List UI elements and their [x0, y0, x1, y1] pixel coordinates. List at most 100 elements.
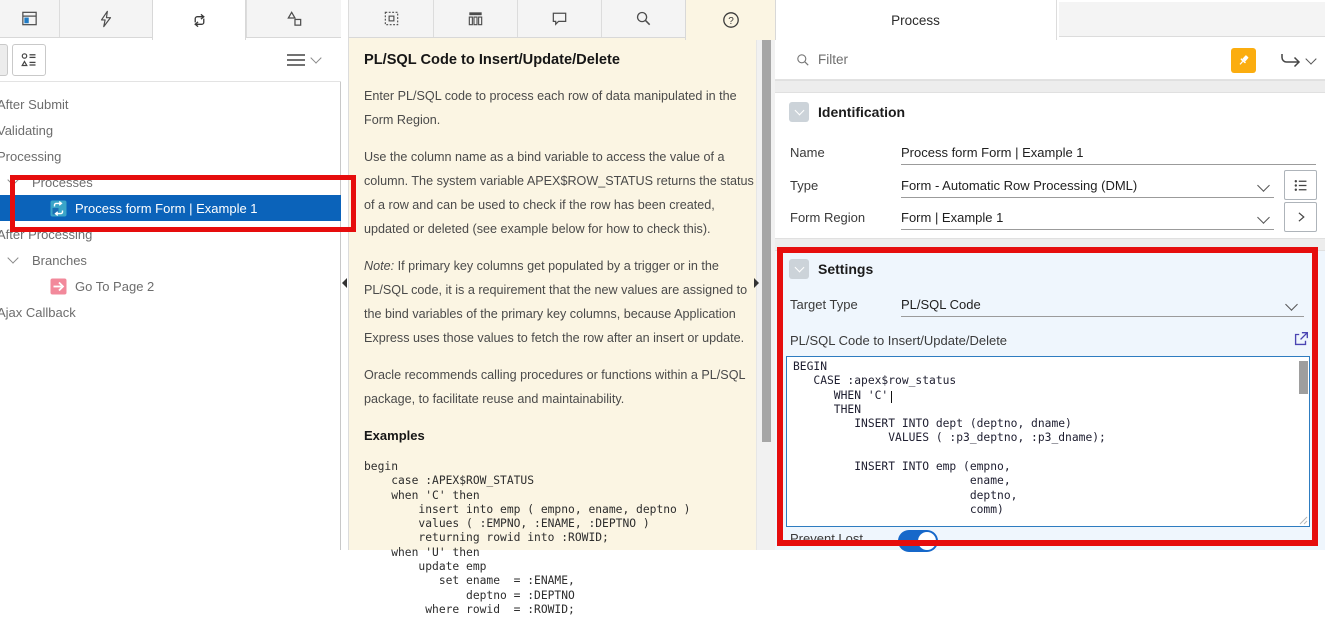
code-editor-label: PL/SQL Code to Insert/Update/Delete — [790, 333, 1007, 348]
field-label: Type — [790, 178, 818, 193]
table-columns-icon — [466, 9, 485, 28]
chevron-down-icon — [310, 52, 321, 63]
editor-code[interactable]: BEGIN CASE :apex$row_status WHEN 'C' THE… — [793, 360, 1106, 517]
help-scrollbar-thumb[interactable] — [762, 40, 771, 442]
tree-item-label: After Submit — [0, 97, 69, 112]
svg-text:?: ? — [728, 16, 734, 27]
quick-pick-list-icon — [1292, 177, 1309, 194]
help-icon: ? — [721, 10, 741, 30]
form-region-select-value[interactable]: Form | Example 1 — [901, 210, 1003, 225]
tab-rendering[interactable] — [0, 0, 59, 37]
prevent-lost-updates-toggle[interactable] — [898, 530, 938, 552]
form-region-underline — [901, 229, 1274, 230]
chevron-down-icon — [1305, 53, 1316, 64]
chevron-right-icon — [1294, 210, 1308, 224]
tab-shared-components[interactable] — [246, 0, 341, 37]
tree-item-label: Processing — [0, 149, 61, 164]
name-field-underline — [901, 164, 1316, 165]
target-type-select-value[interactable]: PL/SQL Code — [901, 297, 981, 312]
text-cursor — [891, 391, 892, 403]
collapse-right-arrow-icon[interactable] — [754, 278, 759, 288]
tab-process[interactable]: Process — [775, 0, 1057, 40]
tree-item-branches[interactable]: Branches — [0, 247, 341, 273]
help-scrollbar[interactable] — [757, 38, 775, 550]
section-separator — [775, 80, 1325, 93]
tab-process-label: Process — [891, 13, 940, 28]
search-icon — [634, 9, 653, 28]
filter-row — [775, 40, 1325, 80]
collapse-section-button[interactable] — [789, 259, 809, 279]
go-to-region-button[interactable] — [1284, 202, 1317, 232]
expand-editor-icon — [1292, 330, 1310, 348]
example-code-block: begin case :APEX$ROW_STATUS when 'C' the… — [364, 460, 754, 617]
field-label: Target Type — [790, 297, 858, 312]
tab-dynamic-actions[interactable] — [59, 0, 152, 37]
type-quick-pick-button[interactable] — [1284, 170, 1317, 200]
tree-item-label: Validating — [0, 123, 53, 138]
open-code-editor-button[interactable] — [1286, 325, 1316, 353]
name-field-value[interactable]: Process form Form | Example 1 — [901, 145, 1084, 160]
left-tab-bar — [0, 0, 341, 38]
filter-input[interactable] — [818, 52, 1118, 67]
rendering-icon — [20, 9, 39, 28]
help-paragraph: Use the column name as a bind variable t… — [364, 145, 754, 241]
go-to-component-button[interactable] — [1280, 50, 1320, 72]
help-title: PL/SQL Code to Insert/Update/Delete — [364, 50, 754, 70]
tree-item-label: Ajax Callback — [0, 305, 76, 320]
goto-arrow-icon — [1280, 52, 1302, 70]
target-type-underline — [901, 316, 1304, 317]
tab-processing[interactable] — [152, 0, 246, 40]
collapse-section-button[interactable] — [789, 102, 809, 122]
section-separator — [775, 238, 1325, 251]
toolbar-cropped-button[interactable] — [0, 44, 8, 76]
tree-item-go-to-page[interactable]: Go To Page 2 — [0, 273, 341, 299]
processing-icon — [190, 11, 209, 30]
note-prefix: Note: — [364, 259, 394, 273]
tree-item-after-submit[interactable]: After Submit — [0, 91, 341, 117]
shared-components-icon — [285, 9, 304, 28]
type-select-value[interactable]: Form - Automatic Row Processing (DML) — [901, 178, 1137, 193]
process-icon — [50, 200, 67, 217]
tree-item-processes[interactable]: Processes — [0, 169, 341, 195]
examples-heading: Examples — [364, 424, 754, 448]
tree-item-label: Processes — [32, 175, 93, 190]
field-label: Form Region — [790, 210, 865, 225]
tab-help[interactable]: ? — [685, 0, 776, 40]
tree-expand-chevron-icon[interactable] — [7, 252, 18, 263]
chevron-down-icon — [794, 263, 804, 273]
tree-menu-button[interactable] — [286, 48, 330, 72]
field-label: Prevent Lost — [790, 531, 885, 546]
tab-columns[interactable] — [433, 0, 517, 37]
left-splitter[interactable] — [341, 0, 348, 550]
identification-header[interactable]: Identification — [789, 102, 905, 122]
property-tab-strip — [1059, 2, 1325, 37]
tree-item-ajax-callback[interactable]: Ajax Callback — [0, 299, 341, 325]
tree-item-processing[interactable]: Processing — [0, 143, 341, 169]
tree-item-label: Branches — [32, 253, 87, 268]
note-text: If primary key columns get populated by … — [364, 259, 747, 345]
resize-handle-icon[interactable] — [1298, 515, 1308, 525]
help-paragraph: Oracle recommends calling procedures or … — [364, 363, 754, 411]
tree-item-after-processing[interactable]: After Processing — [0, 221, 341, 247]
tab-search[interactable] — [601, 0, 685, 37]
tree-panel: After Submit Validating Processing Proce… — [0, 0, 341, 550]
tree-expand-chevron-icon[interactable] — [7, 174, 18, 185]
section-title: Settings — [818, 261, 873, 277]
pin-button[interactable] — [1231, 48, 1256, 73]
tab-page-rendering-help[interactable] — [349, 0, 433, 37]
speech-bubble-icon — [550, 9, 569, 28]
view-list-toggle-button[interactable] — [12, 44, 46, 76]
tree-item-process-form[interactable]: Process form Form | Example 1 — [0, 195, 341, 221]
tab-messages[interactable] — [517, 0, 601, 37]
plsql-code-editor[interactable]: BEGIN CASE :apex$row_status WHEN 'C' THE… — [786, 356, 1310, 527]
type-field-underline — [901, 197, 1274, 198]
lightning-icon — [97, 10, 115, 28]
settings-header[interactable]: Settings — [789, 259, 873, 279]
collapse-left-arrow-icon[interactable] — [342, 278, 347, 288]
toggle-knob — [918, 532, 936, 550]
tree-toolbar — [0, 38, 341, 82]
editor-scrollbar-thumb[interactable] — [1299, 361, 1308, 394]
help-content-area: PL/SQL Code to Insert/Update/Delete Ente… — [348, 38, 757, 550]
tree-item-label: Go To Page 2 — [75, 279, 154, 294]
tree-item-validating[interactable]: Validating — [0, 117, 341, 143]
